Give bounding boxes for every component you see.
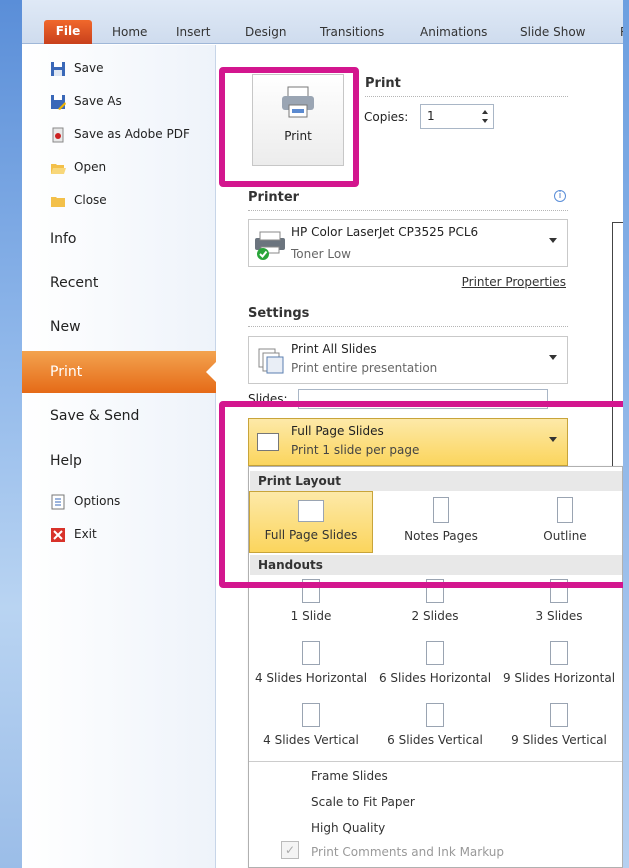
pdf-icon xyxy=(50,126,66,143)
settings-heading: Settings xyxy=(248,306,310,321)
nav-open[interactable]: Open xyxy=(50,154,210,180)
nav-open-label: Open xyxy=(74,160,107,174)
nav-exit-label: Exit xyxy=(74,527,97,541)
tab-insert[interactable]: Insert xyxy=(176,22,210,44)
options-icon xyxy=(50,493,66,510)
chevron-down-icon xyxy=(549,355,557,360)
desktop-background-right xyxy=(623,0,629,868)
handout-label: 4 Slides Horizontal xyxy=(254,671,368,685)
settings-heading-rule xyxy=(248,326,568,327)
nav-recent[interactable]: Recent xyxy=(50,263,210,303)
handout-label: 1 Slide xyxy=(290,609,332,623)
handout-page-icon xyxy=(550,641,568,665)
handout-label: 6 Slides Horizontal xyxy=(378,671,492,685)
printer-status: Toner Low xyxy=(291,247,351,261)
nav-close[interactable]: Close xyxy=(50,187,210,213)
nav-save-label: Save xyxy=(74,61,104,75)
nav-exit[interactable]: Exit xyxy=(50,521,210,547)
handout-4-horizontal[interactable]: 4 Slides Horizontal xyxy=(249,641,373,699)
spin-up-icon[interactable] xyxy=(482,110,488,114)
nav-options-label: Options xyxy=(74,494,121,508)
nav-save-as-pdf-label: Save as Adobe PDF xyxy=(74,127,190,141)
printer-properties-link[interactable]: Printer Properties xyxy=(462,275,566,289)
tab-design[interactable]: Design xyxy=(245,22,286,44)
exit-icon xyxy=(50,526,66,542)
printer-name: HP Color LaserJet CP3525 PCL6 xyxy=(291,225,479,239)
handout-page-icon xyxy=(426,703,444,727)
highlight-layout-options xyxy=(219,401,623,588)
tab-file[interactable]: File xyxy=(44,20,92,44)
print-range-dropdown[interactable]: Print All Slides Print entire presentati… xyxy=(248,336,568,384)
nav-info[interactable]: Info xyxy=(50,219,210,259)
gallery-divider xyxy=(249,761,622,762)
desktop-background-left xyxy=(0,0,22,868)
nav-new[interactable]: New xyxy=(50,307,210,347)
option-scale-to-fit[interactable]: Scale to Fit Paper xyxy=(311,795,415,809)
handout-label: 9 Slides Horizontal xyxy=(502,671,616,685)
open-folder-icon xyxy=(50,159,66,175)
tab-animations[interactable]: Animations xyxy=(420,22,487,44)
save-as-icon xyxy=(50,93,66,110)
print-heading: Print xyxy=(365,76,401,91)
nav-save-as-pdf[interactable]: Save as Adobe PDF xyxy=(50,121,210,147)
nav-save-as[interactable]: Save As xyxy=(50,88,210,114)
nav-save-send[interactable]: Save & Send xyxy=(50,396,210,436)
handout-6-vertical[interactable]: 6 Slides Vertical xyxy=(373,703,497,761)
highlight-print-button xyxy=(219,67,359,187)
save-icon xyxy=(50,60,66,76)
print-heading-rule xyxy=(365,96,568,97)
nav-print[interactable]: Print xyxy=(22,351,216,393)
slides-icon xyxy=(257,347,285,375)
close-folder-icon xyxy=(50,192,66,208)
handout-page-icon xyxy=(426,641,444,665)
checkmark-icon[interactable]: ✓ xyxy=(281,841,299,859)
handout-6-horizontal[interactable]: 6 Slides Horizontal xyxy=(373,641,497,699)
copies-label: Copies: xyxy=(364,110,409,124)
tab-transitions[interactable]: Transitions xyxy=(320,22,384,44)
nav-save[interactable]: Save xyxy=(50,55,210,81)
handout-label: 3 Slides xyxy=(535,609,583,623)
selected-arrow xyxy=(206,362,216,382)
handout-label: 6 Slides Vertical xyxy=(387,733,483,747)
print-range-title: Print All Slides xyxy=(291,342,377,356)
handout-page-icon xyxy=(302,641,320,665)
ribbon-tab-bar: File Home Insert Design Transitions Anim… xyxy=(22,0,623,44)
nav-help[interactable]: Help xyxy=(50,441,210,481)
copies-spinner[interactable]: 1 xyxy=(420,104,494,129)
info-icon[interactable]: i xyxy=(554,190,566,202)
printer-heading: Printer xyxy=(248,190,300,205)
handout-4-vertical[interactable]: 4 Slides Vertical xyxy=(249,703,373,761)
printer-dropdown[interactable]: HP Color LaserJet CP3525 PCL6 Toner Low xyxy=(248,219,568,267)
nav-options[interactable]: Options xyxy=(50,488,210,514)
handout-page-icon xyxy=(550,703,568,727)
tab-home[interactable]: Home xyxy=(112,22,147,44)
spin-down-icon[interactable] xyxy=(482,119,488,123)
tab-review[interactable]: R xyxy=(620,22,623,44)
printer-heading-rule xyxy=(248,210,568,211)
nav-close-label: Close xyxy=(74,193,107,207)
option-high-quality[interactable]: High Quality xyxy=(311,821,385,835)
print-range-subtitle: Print entire presentation xyxy=(291,361,438,375)
chevron-down-icon xyxy=(549,238,557,243)
option-frame-slides[interactable]: Frame Slides xyxy=(311,769,388,783)
handout-label: 4 Slides Vertical xyxy=(263,733,359,747)
copies-value: 1 xyxy=(427,109,435,123)
backstage-nav: Save Save As Save as Adobe PDF Open Clos… xyxy=(22,45,216,868)
handout-page-icon xyxy=(302,703,320,727)
printer-device-icon xyxy=(251,230,291,262)
option-print-comments[interactable]: Print Comments and Ink Markup xyxy=(311,845,504,859)
handout-label: 2 Slides xyxy=(411,609,459,623)
handout-9-horizontal[interactable]: 9 Slides Horizontal xyxy=(497,641,621,699)
quick-access-toolbar xyxy=(22,0,623,20)
tab-slide-show[interactable]: Slide Show xyxy=(520,22,585,44)
handout-9-vertical[interactable]: 9 Slides Vertical xyxy=(497,703,621,761)
nav-save-as-label: Save As xyxy=(74,94,122,108)
powerpoint-backstage: File Home Insert Design Transitions Anim… xyxy=(22,0,623,868)
handout-label: 9 Slides Vertical xyxy=(511,733,607,747)
